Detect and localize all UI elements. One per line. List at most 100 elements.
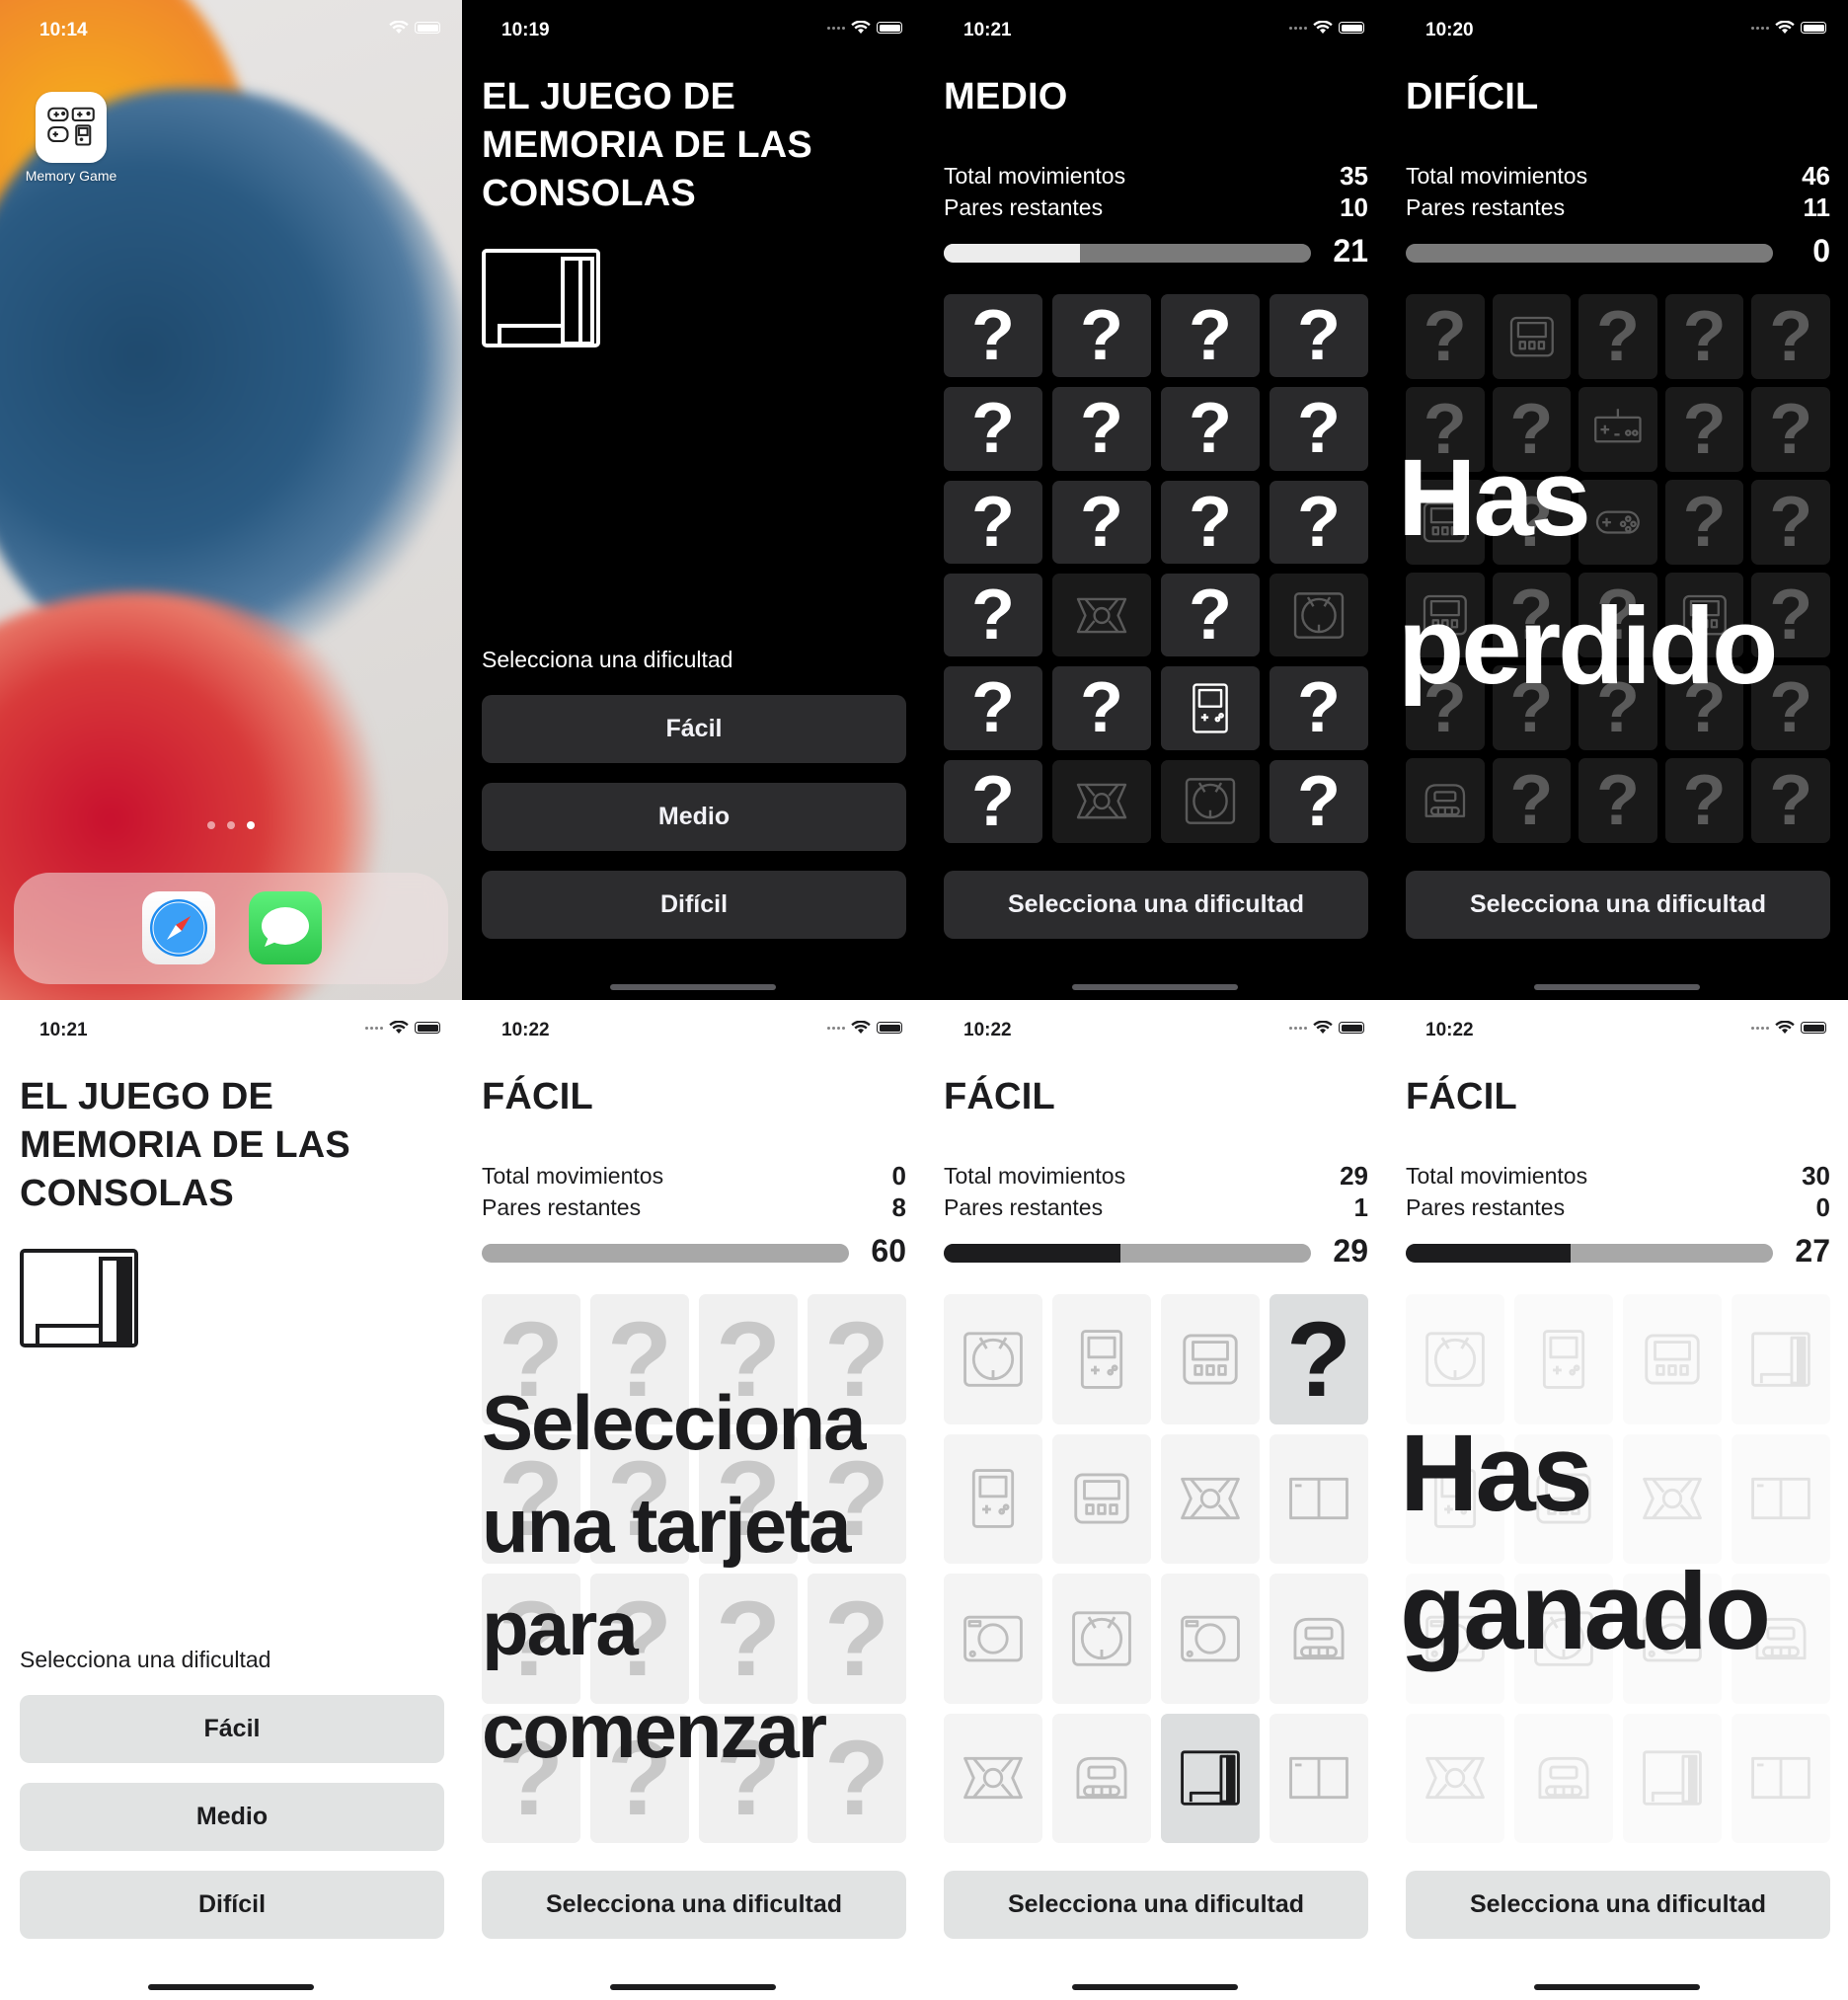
card-snes-controller[interactable] [1578,480,1657,565]
card-face-down[interactable]: ? [944,574,1042,657]
card-playstation[interactable] [944,1574,1042,1704]
card-gameboy[interactable] [1161,666,1260,750]
card-nes[interactable] [1161,1713,1260,1843]
card-n64[interactable] [1052,1713,1151,1843]
card-face-down[interactable]: ? [1492,758,1572,843]
card-face-down[interactable]: ? [1161,387,1260,471]
select-difficulty-button[interactable]: Selecciona una dificultad [944,871,1368,939]
card-face-down[interactable]: ? [1270,294,1368,378]
card-face-down[interactable]: ? [1578,758,1657,843]
card-playstation[interactable] [1161,1574,1260,1704]
home-indicator[interactable] [610,1984,776,1990]
card-face-down[interactable]: ? [1751,665,1830,750]
select-difficulty-button[interactable]: Selecciona una dificultad [1406,871,1830,939]
card-face-down[interactable]: ? [699,1713,798,1843]
home-indicator[interactable] [1534,984,1700,990]
card-n64[interactable] [1270,1574,1368,1704]
card-n64[interactable] [1406,758,1485,843]
card-gameboy[interactable] [1052,1294,1151,1424]
easy-button[interactable]: Fácil [20,1695,444,1763]
card-xbox[interactable] [1052,759,1151,843]
card-gameboy-advance[interactable] [1514,1433,1613,1564]
card-gameboy[interactable] [944,1433,1042,1564]
card-wii[interactable] [1732,1433,1830,1564]
card-face-down[interactable]: ? [1052,666,1151,750]
card-nes-controller[interactable] [1578,387,1657,472]
card-face-down[interactable]: ? [1492,387,1572,472]
hard-button[interactable]: Difícil [482,871,906,939]
card-gameboy-advance[interactable] [1161,1294,1260,1424]
card-face-down[interactable]: ? [944,294,1042,378]
card-xbox[interactable] [1406,1713,1504,1843]
card-face-down[interactable]: ? [1270,387,1368,471]
card-face-down[interactable]: ? [482,1713,580,1843]
card-face-down[interactable]: ? [1578,294,1657,379]
card-face-down[interactable]: ? [1578,573,1657,657]
card-face-down[interactable]: ? [1052,480,1151,564]
select-difficulty-button[interactable]: Selecciona una dificultad [944,1871,1368,1939]
card-xbox[interactable] [1052,574,1151,657]
select-difficulty-button[interactable]: Selecciona una dificultad [482,1871,906,1939]
card-face-down[interactable]: ? [1270,759,1368,843]
hard-button[interactable]: Difícil [20,1871,444,1939]
card-face-down[interactable]: ? [1492,480,1572,565]
home-indicator[interactable] [1072,1984,1238,1990]
card-dreamcast[interactable] [944,1294,1042,1424]
home-indicator[interactable] [148,1984,314,1990]
card-face-down[interactable]: ? [1664,665,1744,750]
card-face-down[interactable]: ? [1270,1294,1368,1424]
card-dreamcast[interactable] [1270,574,1368,657]
home-indicator[interactable] [1534,1984,1700,1990]
card-face-down[interactable]: ? [590,1574,689,1704]
card-face-down[interactable]: ? [808,1713,906,1843]
card-gameboy-advance[interactable] [1052,1433,1151,1564]
card-face-down[interactable]: ? [1052,294,1151,378]
card-face-down[interactable]: ? [482,1433,580,1564]
card-face-down[interactable]: ? [590,1713,689,1843]
card-face-down[interactable]: ? [944,666,1042,750]
select-difficulty-button[interactable]: Selecciona una dificultad [1406,1871,1830,1939]
home-indicator[interactable] [1072,984,1238,990]
card-face-down[interactable]: ? [944,387,1042,471]
card-face-down[interactable]: ? [1406,665,1485,750]
medium-button[interactable]: Medio [482,783,906,851]
easy-button[interactable]: Fácil [482,695,906,763]
card-wii[interactable] [1732,1713,1830,1843]
card-face-down[interactable]: ? [1161,480,1260,564]
card-gameboy-advance[interactable] [1623,1294,1722,1424]
card-face-down[interactable]: ? [1492,665,1572,750]
card-face-down[interactable]: ? [808,1433,906,1564]
card-dreamcast[interactable] [1052,1574,1151,1704]
card-face-down[interactable]: ? [1161,574,1260,657]
card-face-down[interactable]: ? [1751,758,1830,843]
card-face-down[interactable]: ? [1578,665,1657,750]
card-gameboy-advance[interactable] [1664,573,1744,657]
card-nes[interactable] [1623,1713,1722,1843]
messages-icon[interactable] [249,891,322,964]
card-face-down[interactable]: ? [1751,294,1830,379]
card-face-down[interactable]: ? [1664,387,1744,472]
card-face-down[interactable]: ? [699,1574,798,1704]
card-face-down[interactable]: ? [1664,480,1744,565]
card-xbox[interactable] [1161,1433,1260,1564]
card-face-down[interactable]: ? [1270,666,1368,750]
card-face-down[interactable]: ? [1492,573,1572,657]
card-playstation[interactable] [1623,1574,1722,1704]
home-indicator[interactable] [610,984,776,990]
card-face-down[interactable]: ? [1406,294,1485,379]
card-face-down[interactable]: ? [808,1294,906,1424]
card-face-down[interactable]: ? [1664,294,1744,379]
card-face-down[interactable]: ? [1406,387,1485,472]
card-face-down[interactable]: ? [590,1294,689,1424]
card-face-down[interactable]: ? [944,480,1042,564]
card-xbox[interactable] [944,1713,1042,1843]
card-dreamcast[interactable] [1514,1574,1613,1704]
card-dreamcast[interactable] [1161,759,1260,843]
medium-button[interactable]: Medio [20,1783,444,1851]
card-face-down[interactable]: ? [1161,294,1260,378]
safari-icon[interactable] [142,891,215,964]
card-face-down[interactable]: ? [1751,387,1830,472]
card-gameboy-advance[interactable] [1406,573,1485,657]
card-face-down[interactable]: ? [699,1433,798,1564]
card-face-down[interactable]: ? [1664,758,1744,843]
